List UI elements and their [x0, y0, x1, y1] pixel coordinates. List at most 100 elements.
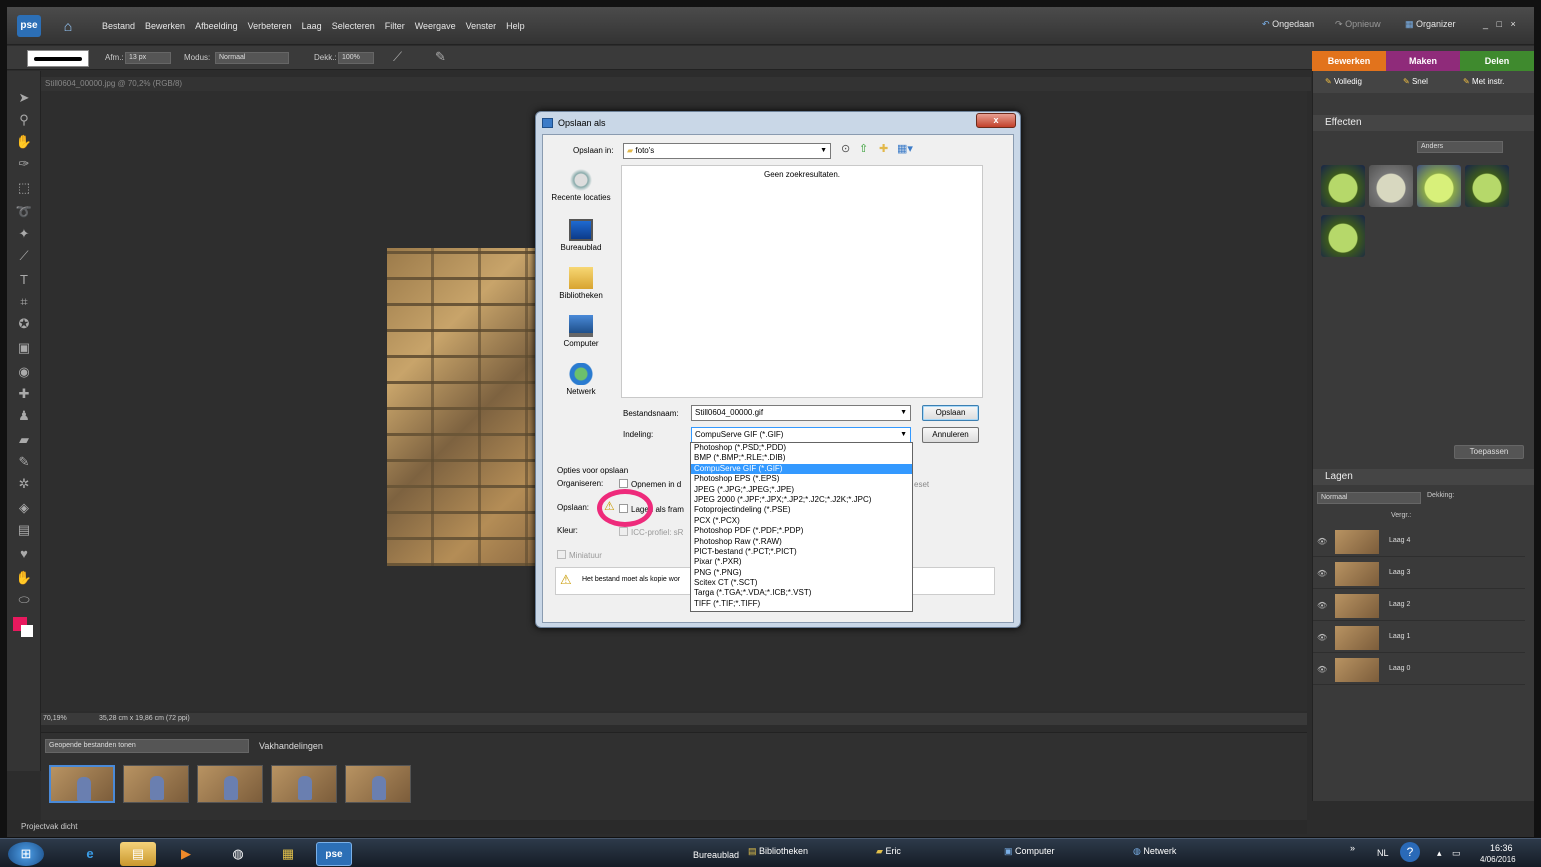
visibility-eye-icon[interactable]: 👁 — [1317, 665, 1327, 674]
media-player-icon[interactable]: ▶ — [168, 842, 204, 866]
place-computer[interactable]: Computer — [543, 315, 619, 348]
place-desktop[interactable]: Bureaublad — [543, 219, 619, 252]
taskbar-bureaublad[interactable]: Bureaublad — [693, 850, 739, 860]
undo-button[interactable]: ↶ Ongedaan — [1262, 19, 1314, 30]
menu-bestand[interactable]: Bestand — [102, 21, 135, 31]
window-controls[interactable]: _ □ × — [1483, 19, 1519, 29]
magic-wand-tool-icon[interactable]: ✦ — [15, 225, 33, 243]
crop-tool-icon[interactable]: ⌗ — [15, 293, 33, 311]
project-bin-dropdown[interactable]: Geopende bestanden tonen — [45, 739, 249, 753]
layer-row[interactable]: 👁 Laag 1 — [1313, 623, 1525, 653]
document-tab[interactable]: Still0604_00000.jpg @ 70,2% (RGB/8) — [41, 77, 1311, 91]
taskbar-computer[interactable]: ▣ Computer — [1004, 846, 1055, 857]
place-network[interactable]: Netwerk — [543, 363, 619, 396]
place-recent[interactable]: Recente locaties — [543, 169, 619, 202]
menu-weergave[interactable]: Weergave — [415, 21, 456, 31]
format-option[interactable]: Targa (*.TGA;*.VDA;*.ICB;*.VST) — [691, 588, 912, 598]
new-folder-icon[interactable]: ✚ — [879, 142, 888, 155]
blur-tool-icon[interactable]: ✋ — [15, 569, 33, 587]
place-libraries[interactable]: Bibliotheken — [543, 267, 619, 300]
bin-thumbnail[interactable] — [123, 765, 189, 803]
size-field[interactable]: 13 px — [125, 52, 171, 64]
smart-brush-icon[interactable]: ✲ — [15, 475, 33, 493]
menu-help[interactable]: Help — [506, 21, 525, 31]
internet-explorer-icon[interactable]: e — [72, 842, 108, 866]
browser-icon[interactable]: ◍ — [220, 842, 256, 866]
menu-selecteren[interactable]: Selecteren — [332, 21, 375, 31]
hand-tool-icon[interactable]: ✋ — [15, 133, 33, 151]
clock-date[interactable]: 4/06/2016 — [1480, 855, 1516, 864]
tab-bewerken[interactable]: Bewerken — [1312, 51, 1386, 71]
apply-effect-button[interactable]: Toepassen — [1454, 445, 1524, 459]
format-option[interactable]: Pixar (*.PXR) — [691, 557, 912, 567]
effects-panel-header[interactable]: Effecten — [1313, 115, 1534, 131]
bin-thumbnail[interactable] — [197, 765, 263, 803]
format-option[interactable]: Fotoprojectindeling (*.PSE) — [691, 505, 912, 515]
cancel-button[interactable]: Annuleren — [922, 427, 979, 443]
clock-time[interactable]: 16:36 — [1490, 843, 1513, 853]
format-option[interactable]: PNG (*.PNG) — [691, 568, 912, 578]
format-option[interactable]: Photoshop Raw (*.RAW) — [691, 537, 912, 547]
organizer-button[interactable]: ▦ Organizer — [1405, 19, 1456, 30]
save-in-select[interactable]: ▰ foto's ▼ — [623, 143, 831, 159]
bin-actions-menu[interactable]: Vakhandelingen — [259, 741, 323, 751]
start-button-icon[interactable]: ⊞ — [8, 842, 44, 866]
network-tray-icon[interactable]: ▭ — [1452, 848, 1461, 859]
view-volledig[interactable]: ✎ Volledig — [1325, 77, 1362, 86]
file-list[interactable]: Geen zoekresultaten. — [621, 165, 983, 398]
eraser-tool-icon[interactable]: ▰ — [15, 431, 33, 449]
brush-preset-picker[interactable] — [27, 50, 89, 67]
clone-stamp-icon[interactable]: ♟ — [15, 407, 33, 425]
type-tool-icon[interactable]: T — [15, 271, 33, 289]
visibility-eye-icon[interactable]: 👁 — [1317, 601, 1327, 610]
layer-row[interactable]: 👁 Laag 3 — [1313, 559, 1525, 589]
save-button[interactable]: Opslaan — [922, 405, 979, 421]
filename-input[interactable]: Still0604_00000.gif ▼ — [691, 405, 911, 421]
cookie-cutter-icon[interactable]: ✪ — [15, 315, 33, 333]
format-option[interactable]: PCX (*.PCX) — [691, 516, 912, 526]
visibility-eye-icon[interactable]: 👁 — [1317, 633, 1327, 642]
menu-laag[interactable]: Laag — [302, 21, 322, 31]
format-option[interactable]: BMP (*.BMP;*.RLE;*.DIB) — [691, 453, 912, 463]
effect-thumbnail[interactable] — [1321, 215, 1365, 257]
dialog-close-button[interactable]: x — [976, 113, 1016, 128]
menu-venster[interactable]: Venster — [466, 21, 497, 31]
taskbar-netwerk[interactable]: ◍ Netwerk — [1133, 846, 1176, 857]
visibility-eye-icon[interactable]: 👁 — [1317, 569, 1327, 578]
brush-tool-icon[interactable]: ✎ — [15, 453, 33, 471]
menu-bewerken[interactable]: Bewerken — [145, 21, 185, 31]
menu-filter[interactable]: Filter — [385, 21, 405, 31]
sponge-tool-icon[interactable]: ⬭ — [15, 591, 33, 609]
tab-delen[interactable]: Delen — [1460, 51, 1534, 71]
organize-checkbox[interactable] — [619, 479, 628, 488]
menu-verbeteren[interactable]: Verbeteren — [248, 21, 292, 31]
bin-thumbnail[interactable] — [49, 765, 115, 803]
visibility-eye-icon[interactable]: 👁 — [1317, 537, 1327, 546]
move-tool-icon[interactable]: ➤ — [15, 89, 33, 107]
airbrush-icon[interactable]: ⟋ — [393, 49, 402, 65]
lasso-tool-icon[interactable]: ➰ — [15, 203, 33, 221]
taskbar-bibliotheken[interactable]: ▤ Bibliotheken — [748, 846, 808, 857]
layer-row[interactable]: 👁 Laag 2 — [1313, 591, 1525, 621]
recompose-tool-icon[interactable]: ▣ — [15, 339, 33, 357]
effect-thumbnail[interactable] — [1465, 165, 1509, 207]
layer-row[interactable]: 👁 Laag 4 — [1313, 527, 1525, 557]
format-option[interactable]: Scitex CT (*.SCT) — [691, 578, 912, 588]
brush-settings-icon[interactable]: ✎ — [435, 49, 446, 65]
bin-thumbnail[interactable] — [345, 765, 411, 803]
paint-bucket-icon[interactable]: ◈ — [15, 499, 33, 517]
effect-thumbnail[interactable] — [1321, 165, 1365, 207]
opacity-field[interactable]: 100% — [338, 52, 374, 64]
shape-tool-icon[interactable]: ♥ — [15, 545, 33, 563]
view-menu-icon[interactable]: ▦▾ — [897, 142, 913, 155]
back-icon[interactable]: ⊙ — [841, 142, 850, 155]
gradient-tool-icon[interactable]: ▤ — [15, 521, 33, 539]
format-option[interactable]: PICT-bestand (*.PCT;*.PICT) — [691, 547, 912, 557]
explorer-icon[interactable]: ▤ — [120, 842, 156, 866]
home-icon[interactable]: ⌂ — [59, 17, 77, 35]
format-option[interactable]: JPEG 2000 (*.JPF;*.JPX;*.JP2;*.J2C;*.J2K… — [691, 495, 912, 505]
tray-arrow-icon[interactable]: ▴ — [1437, 848, 1442, 859]
effect-thumbnail[interactable] — [1417, 165, 1461, 207]
up-folder-icon[interactable]: ⇧ — [859, 142, 868, 155]
language-indicator[interactable]: NL — [1377, 848, 1389, 858]
